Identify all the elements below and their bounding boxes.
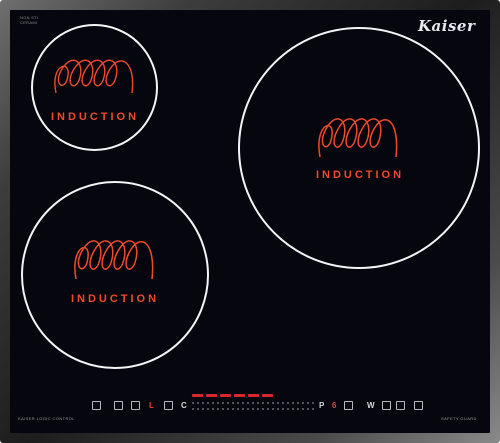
plus-button[interactable] (344, 401, 353, 410)
zone-select-button-3[interactable] (131, 401, 140, 410)
power-button[interactable] (414, 401, 423, 410)
keep-warm-button[interactable]: W (367, 401, 375, 410)
power-level-display: 6 (332, 401, 337, 410)
heat-level-bar-4 (234, 394, 245, 397)
function-button-2[interactable] (396, 401, 405, 410)
control-brand-text: KAISER LOGIC CONTROL (18, 416, 75, 421)
brand-logo: Kaiser (418, 17, 476, 35)
function-button-1[interactable] (382, 401, 391, 410)
safety-text: SAFETY GUARD (441, 416, 477, 421)
heat-level-bar-5 (248, 394, 259, 397)
minus-button[interactable] (164, 401, 173, 410)
induction-coil-icon (54, 59, 134, 94)
lock-indicator[interactable]: L (149, 401, 154, 410)
pause-button[interactable]: P (319, 401, 324, 410)
zone-label-top-left: INDUCTION (50, 111, 140, 123)
heat-level-bar-1 (192, 394, 203, 397)
cooktop-frame: NON STI CERAMI Kaiser INDUCTION INDUCTIO… (0, 0, 500, 443)
zone-select-button-2[interactable] (114, 401, 123, 410)
heat-level-bar-3 (220, 394, 231, 397)
glass-surface: NON STI CERAMI Kaiser INDUCTION INDUCTIO… (10, 10, 490, 433)
induction-coil-icon (318, 118, 398, 158)
zone-select-button-1[interactable] (92, 401, 101, 410)
corner-text-line2: CERAMI (20, 20, 38, 25)
heat-level-bar-6 (262, 394, 273, 397)
heat-level-bar-2 (206, 394, 217, 397)
zone-label-right: INDUCTION (315, 169, 405, 181)
timer-button[interactable]: C (181, 401, 187, 410)
zone-label-bottom-left: INDUCTION (70, 293, 160, 305)
induction-coil-icon (74, 240, 154, 280)
power-slider[interactable] (192, 402, 322, 412)
